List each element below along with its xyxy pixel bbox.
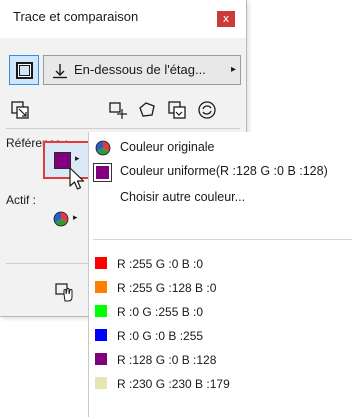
menu-item-color-orange[interactable]: R :255 G :128 B :0 bbox=[89, 277, 355, 299]
palette-title: Trace et comparaison bbox=[13, 9, 139, 24]
placement-dropdown[interactable]: En-dessous de l'étag... ▸ bbox=[43, 55, 241, 85]
hand-icon[interactable] bbox=[55, 282, 75, 302]
swap-icon[interactable] bbox=[10, 100, 30, 120]
chevron-right-icon: ▸ bbox=[230, 64, 236, 75]
menu-item-label: Choisir autre couleur... bbox=[120, 190, 246, 204]
menu-item-color-beige[interactable]: R :230 G :230 B :179 bbox=[89, 373, 355, 395]
menu-item-original-color[interactable]: Couleur originale bbox=[89, 137, 355, 159]
move-icon[interactable] bbox=[108, 100, 128, 120]
menu-item-label: R :0 G :0 B :255 bbox=[117, 329, 204, 343]
menu-item-choose-color[interactable]: Choisir autre couleur... bbox=[89, 187, 355, 209]
cursor-icon bbox=[69, 167, 85, 190]
uniform-color-swatch bbox=[93, 163, 112, 182]
menu-item-color-blue[interactable]: R :0 G :0 B :255 bbox=[89, 325, 355, 347]
rotate-icon[interactable] bbox=[137, 100, 157, 120]
menu-item-label: R :0 G :255 B :0 bbox=[117, 305, 204, 319]
menu-item-color-purple[interactable]: R :128 G :0 B :128 bbox=[89, 349, 355, 371]
pie-color-icon bbox=[95, 140, 111, 156]
toggle-trace-button[interactable] bbox=[9, 55, 39, 85]
menu-item-color-red[interactable]: R :255 G :0 B :0 bbox=[89, 253, 355, 275]
chevron-right-icon: ▸ bbox=[73, 213, 78, 223]
palette-title-bar[interactable]: Trace et comparaison x bbox=[0, 0, 246, 38]
menu-item-color-green[interactable]: R :0 G :255 B :0 bbox=[89, 301, 355, 323]
color-swatch bbox=[95, 257, 107, 269]
active-color-button[interactable]: ▸ bbox=[50, 206, 88, 234]
color-menu: Couleur originale Couleur uniforme(R :12… bbox=[88, 132, 355, 417]
menu-item-uniform-color[interactable]: Couleur uniforme(R :128 G :0 B :128) bbox=[89, 161, 355, 183]
menu-item-label: R :255 G :0 B :0 bbox=[117, 257, 204, 271]
menu-item-label: R :128 G :0 B :128 bbox=[117, 353, 217, 367]
reset-icon[interactable] bbox=[197, 100, 217, 120]
placement-label: En-dessous de l'étag... bbox=[74, 62, 206, 77]
menu-item-label: R :255 G :128 B :0 bbox=[117, 281, 217, 295]
color-swatch bbox=[95, 305, 107, 317]
divider bbox=[6, 128, 240, 129]
color-swatch bbox=[95, 281, 107, 293]
menu-item-label: Couleur uniforme(R :128 G :0 B :128) bbox=[120, 164, 328, 178]
mirror-icon[interactable] bbox=[167, 100, 187, 120]
color-swatch bbox=[95, 377, 107, 389]
color-swatch bbox=[95, 353, 107, 365]
active-label: Actif : bbox=[6, 193, 37, 207]
menu-divider bbox=[93, 239, 352, 240]
menu-item-label: Couleur originale bbox=[120, 140, 215, 154]
below-floor-icon bbox=[53, 64, 67, 79]
close-button[interactable]: x bbox=[217, 11, 235, 27]
menu-item-label: R :230 G :230 B :179 bbox=[117, 377, 230, 391]
color-swatch bbox=[95, 329, 107, 341]
chevron-right-icon: ▸ bbox=[75, 154, 80, 164]
pie-color-icon bbox=[53, 211, 69, 227]
